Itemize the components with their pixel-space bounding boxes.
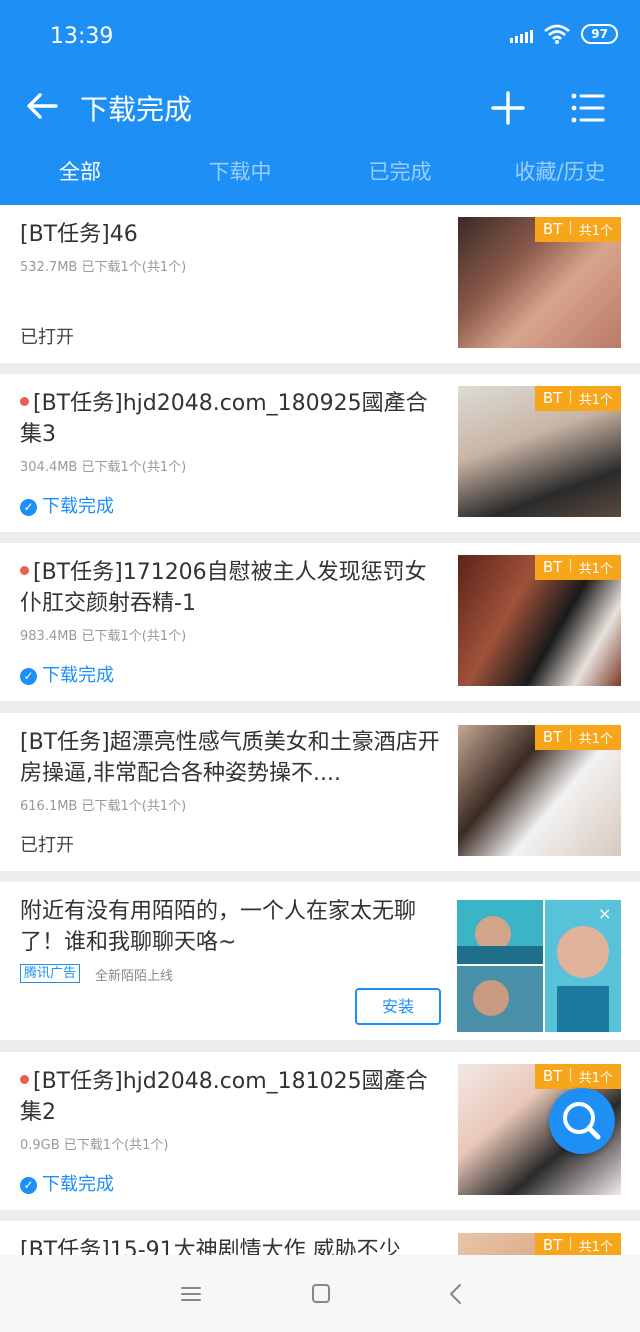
list-item[interactable]: [BT任务]hjd2048.com_180925國產合集3 304.4MB 已下… bbox=[0, 374, 640, 532]
item-meta: 532.7MB 已下载1个(共1个) bbox=[20, 260, 187, 275]
install-button[interactable]: 安装 bbox=[355, 988, 441, 1025]
item-status: ✓ 下载完成 bbox=[20, 1170, 114, 1196]
bt-badge: BT | 共1个 bbox=[534, 725, 621, 750]
bt-badge: BT | 共1个 bbox=[534, 1064, 621, 1089]
download-list: [BT任务]46 532.7MB 已下载1个(共1个) 已打开 BT | 共1个 [… bbox=[0, 205, 640, 1255]
add-icon[interactable] bbox=[488, 88, 528, 128]
status-bar: 13:39 97 bbox=[0, 0, 640, 72]
list-item[interactable]: [BT任务]15-91大神剧情大作 威胁不少 BT | 共1个 bbox=[0, 1221, 640, 1255]
bt-badge: BT | 共1个 bbox=[534, 1233, 621, 1255]
search-fab[interactable] bbox=[549, 1088, 615, 1154]
item-thumbnail: BT | 共1个 bbox=[458, 725, 621, 856]
check-circle-icon: ✓ bbox=[20, 668, 37, 685]
item-status: ✓ 下载完成 bbox=[20, 661, 114, 687]
list-menu-icon[interactable] bbox=[568, 88, 608, 128]
item-thumbnail: BT | 共1个 bbox=[458, 386, 621, 517]
tab-downloading[interactable]: 下载中 bbox=[160, 156, 320, 202]
item-status: ✓ 下载完成 bbox=[20, 492, 114, 518]
item-meta: 616.1MB 已下载1个(共1个) bbox=[20, 799, 187, 814]
tab-bar: 全部 下载中 已完成 收藏/历史 bbox=[0, 156, 640, 202]
list-item[interactable]: [BT任务]hjd2048.com_181025國產合集2 0.9GB 已下载1… bbox=[0, 1052, 640, 1210]
back-icon[interactable] bbox=[442, 1281, 472, 1307]
item-thumbnail: BT | 共1个 bbox=[458, 217, 621, 348]
unread-dot bbox=[20, 396, 29, 406]
unread-dot bbox=[20, 565, 29, 575]
item-thumbnail: BT | 共1个 bbox=[458, 1233, 621, 1255]
search-icon bbox=[563, 1102, 601, 1140]
ad-close-icon[interactable]: × bbox=[598, 904, 611, 923]
battery-indicator: 97 bbox=[581, 24, 618, 44]
list-item[interactable]: [BT任务]46 532.7MB 已下载1个(共1个) 已打开 BT | 共1个 bbox=[0, 205, 640, 363]
item-thumbnail: BT | 共1个 bbox=[458, 555, 621, 686]
unread-dot bbox=[20, 1074, 29, 1084]
item-title: [BT任务]46 bbox=[20, 222, 138, 247]
item-status: 已打开 bbox=[20, 835, 74, 856]
bt-badge: BT | 共1个 bbox=[534, 555, 621, 580]
item-title: [BT任务]15-91大神剧情大作 威胁不少 bbox=[20, 1238, 401, 1255]
item-title: [BT任务]171206自慰被主人发现惩罚女仆肛交颜射吞精-1 bbox=[20, 560, 427, 616]
list-item[interactable]: [BT任务]171206自慰被主人发现惩罚女仆肛交颜射吞精-1 983.4MB … bbox=[0, 543, 640, 701]
toolbar: 下载完成 bbox=[0, 72, 640, 144]
wifi-icon bbox=[544, 24, 571, 44]
ad-tag: 腾讯广告 bbox=[20, 964, 81, 983]
item-title: [BT任务]hjd2048.com_180925國產合集3 bbox=[20, 391, 428, 447]
item-meta: 0.9GB 已下载1个(共1个) bbox=[20, 1138, 169, 1153]
item-meta: 304.4MB 已下载1个(共1个) bbox=[20, 460, 187, 475]
tab-completed[interactable]: 已完成 bbox=[320, 156, 480, 202]
item-title: [BT任务]hjd2048.com_181025國產合集2 bbox=[20, 1069, 428, 1125]
page-title: 下载完成 bbox=[80, 93, 193, 126]
check-circle-icon: ✓ bbox=[20, 499, 37, 516]
status-time: 13:39 bbox=[50, 24, 114, 49]
signal-icon bbox=[510, 25, 534, 43]
item-meta: 983.4MB 已下载1个(共1个) bbox=[20, 629, 187, 644]
ad-title: 附近有没有用陌陌的，一个人在家太无聊了！谁和我聊聊天咯~ bbox=[20, 899, 417, 955]
system-nav-bar bbox=[0, 1255, 640, 1332]
menu-icon[interactable] bbox=[176, 1281, 206, 1307]
list-item[interactable]: [BT任务]超漂亮性感气质美女和土豪酒店开房操逼,非常配合各种姿势操不.... … bbox=[0, 713, 640, 871]
check-circle-icon: ✓ bbox=[20, 1177, 37, 1194]
item-title: [BT任务]超漂亮性感气质美女和土豪酒店开房操逼,非常配合各种姿势操不.... bbox=[20, 730, 440, 786]
home-icon[interactable] bbox=[306, 1281, 336, 1307]
app-header: 13:39 97 下载完成 全部 下载中 已完成 收藏/历史 bbox=[0, 0, 640, 205]
bt-badge: BT | 共1个 bbox=[534, 386, 621, 411]
tab-favorites-history[interactable]: 收藏/历史 bbox=[480, 156, 640, 202]
bt-badge: BT | 共1个 bbox=[534, 217, 621, 242]
ad-image bbox=[457, 900, 621, 1032]
ad-card[interactable]: 附近有没有用陌陌的，一个人在家太无聊了！谁和我聊聊天咯~ 腾讯广告 全新陌陌上线… bbox=[0, 882, 640, 1040]
tab-all[interactable]: 全部 bbox=[0, 156, 160, 202]
item-status: 已打开 bbox=[20, 327, 74, 348]
back-arrow-icon[interactable] bbox=[22, 86, 62, 126]
ad-source: 全新陌陌上线 bbox=[95, 969, 174, 984]
status-icons: 97 bbox=[510, 24, 618, 44]
